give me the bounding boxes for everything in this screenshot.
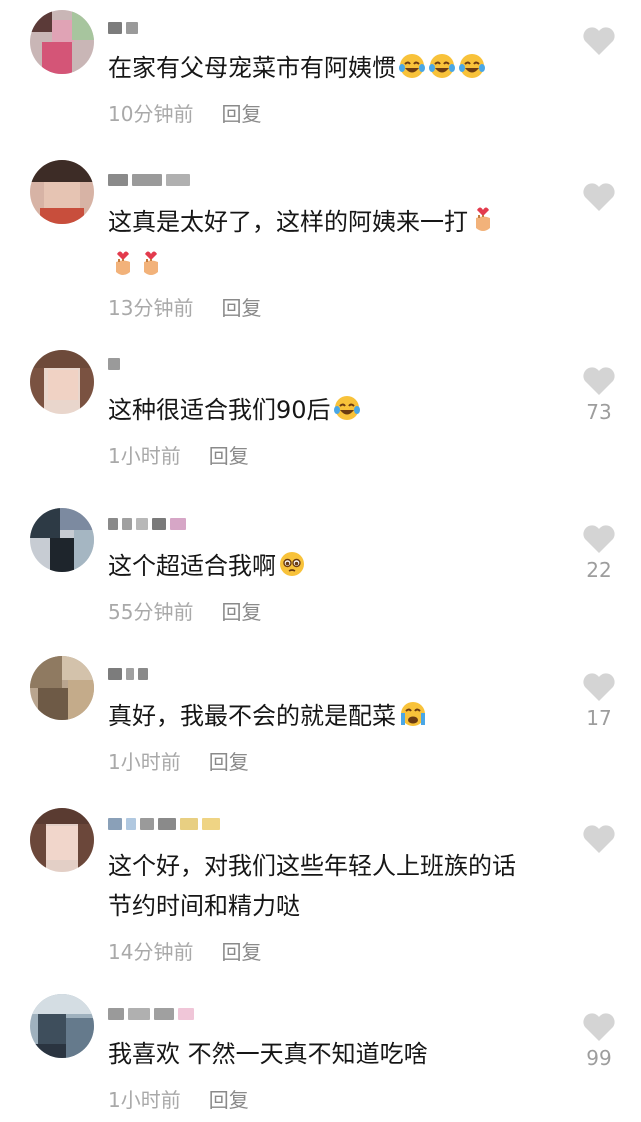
like-button[interactable]	[578, 182, 620, 216]
pleading-face-icon	[278, 550, 306, 590]
reply-button[interactable]: 回复	[221, 936, 261, 965]
username-blurred[interactable]	[108, 664, 148, 684]
laugh-cry-icon	[333, 394, 361, 434]
reply-button[interactable]: 回复	[221, 596, 261, 625]
reply-button[interactable]: 回复	[221, 98, 261, 127]
comment-time: 10分钟前	[108, 102, 194, 126]
crying-face-icon	[398, 700, 428, 740]
heart-icon	[583, 183, 615, 211]
comment-meta: 10分钟前 回复	[108, 98, 261, 127]
username-blurred[interactable]	[108, 1004, 194, 1024]
avatar[interactable]	[30, 160, 94, 224]
like-button[interactable]: 17	[578, 672, 620, 730]
laugh-cry-icon	[458, 52, 486, 92]
heart-icon	[583, 825, 615, 853]
finger-heart-icon	[138, 248, 164, 290]
heart-icon	[583, 673, 615, 701]
comment-text: 这真是太好了，这样的阿姨来一打	[108, 202, 558, 290]
reply-button[interactable]: 回复	[209, 440, 249, 469]
comment-time: 1小时前	[108, 1088, 181, 1112]
username-blurred[interactable]	[108, 170, 190, 190]
like-button[interactable]: 73	[578, 366, 620, 424]
laugh-cry-icon	[398, 52, 426, 92]
comment-meta: 1小时前 回复	[108, 440, 249, 469]
comment-time: 55分钟前	[108, 600, 194, 624]
avatar[interactable]	[30, 808, 94, 872]
username-blurred[interactable]	[108, 18, 138, 38]
comment-time: 14分钟前	[108, 940, 194, 964]
comment-text: 这个超适合我啊	[108, 546, 548, 590]
heart-icon	[583, 1013, 615, 1041]
comment-time: 13分钟前	[108, 296, 194, 320]
comment-text: 在家有父母宠菜市有阿姨惯	[108, 48, 548, 92]
like-count: 22	[586, 558, 612, 582]
comment-meta: 1小时前 回复	[108, 1084, 249, 1113]
avatar[interactable]	[30, 350, 94, 414]
comment-time: 1小时前	[108, 444, 181, 468]
avatar[interactable]	[30, 508, 94, 572]
comment-meta: 13分钟前 回复	[108, 292, 261, 321]
heart-icon	[583, 367, 615, 395]
username-blurred[interactable]	[108, 354, 120, 374]
username-blurred[interactable]	[108, 514, 186, 534]
reply-button[interactable]: 回复	[209, 1084, 249, 1113]
comment-meta: 14分钟前 回复	[108, 936, 261, 965]
comment-text: 真好，我最不会的就是配菜	[108, 696, 548, 740]
heart-icon	[583, 27, 615, 55]
like-button[interactable]: 99	[578, 1012, 620, 1070]
like-button[interactable]	[578, 26, 620, 60]
like-count: 17	[586, 706, 612, 730]
comment-meta: 1小时前 回复	[108, 746, 249, 775]
like-button[interactable]	[578, 824, 620, 858]
comment-text: 这个好，对我们这些年轻人上班族的话节约时间和精力哒	[108, 852, 516, 920]
finger-heart-icon	[110, 248, 136, 290]
heart-icon	[583, 525, 615, 553]
finger-heart-icon	[470, 204, 496, 246]
comment-text: 我喜欢 不然一天真不知道吃啥	[108, 1040, 428, 1068]
avatar[interactable]	[30, 994, 94, 1058]
username-blurred[interactable]	[108, 814, 220, 834]
avatar[interactable]	[30, 656, 94, 720]
comment-time: 1小时前	[108, 750, 181, 774]
reply-button[interactable]: 回复	[221, 292, 261, 321]
like-count: 73	[586, 400, 612, 424]
comment-meta: 55分钟前 回复	[108, 596, 261, 625]
reply-button[interactable]: 回复	[209, 746, 249, 775]
laugh-cry-icon	[428, 52, 456, 92]
avatar[interactable]	[30, 10, 94, 74]
like-count: 99	[586, 1046, 612, 1070]
comment-text: 这种很适合我们90后	[108, 390, 548, 434]
like-button[interactable]: 22	[578, 524, 620, 582]
